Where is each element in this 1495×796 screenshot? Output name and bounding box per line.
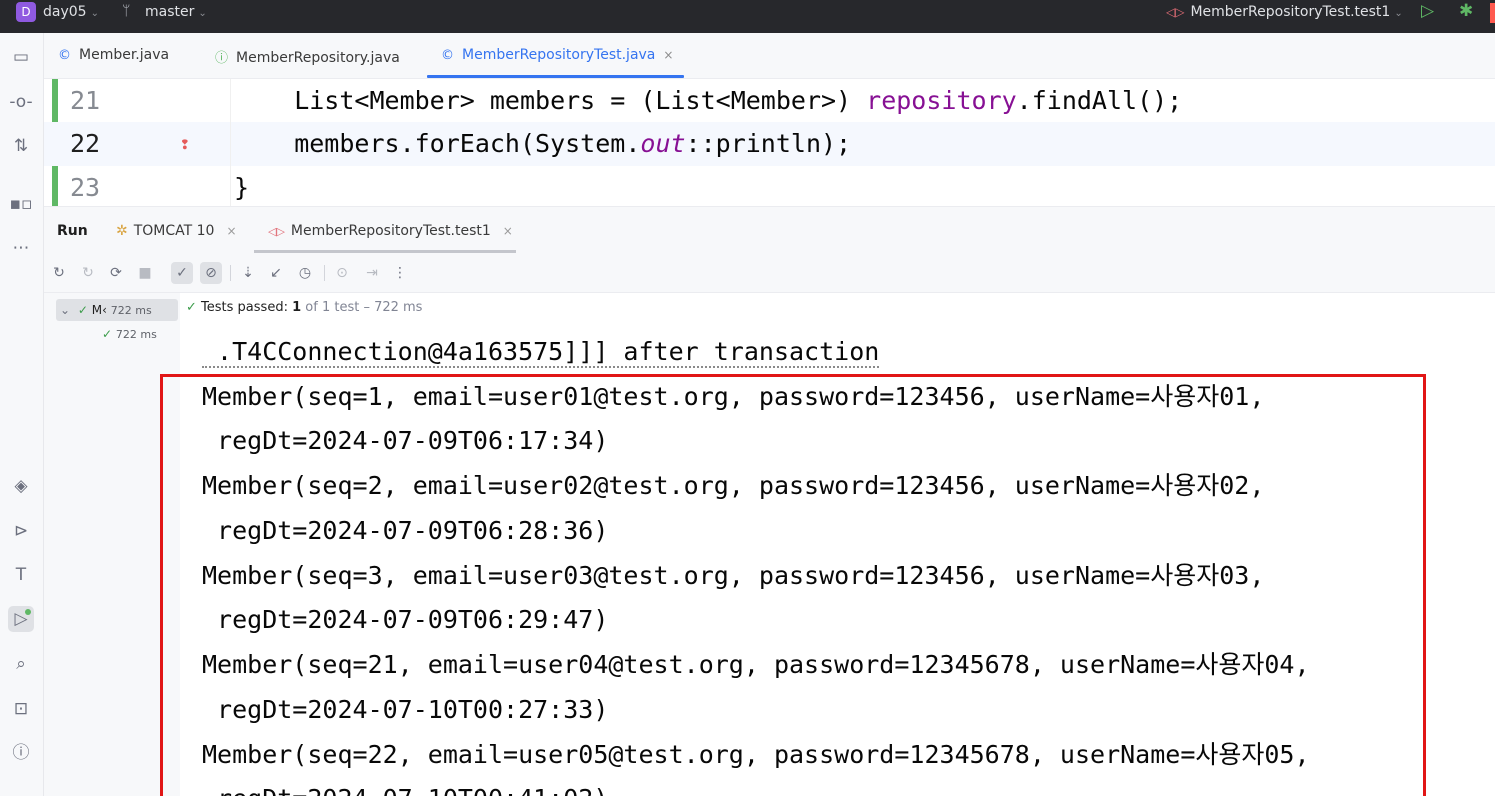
- tab-member-repository-java[interactable]: ⓘ MemberRepository.java: [215, 47, 400, 66]
- gutter-separator: [230, 79, 231, 206]
- branch-name: master: [145, 4, 195, 20]
- close-icon[interactable]: ×: [503, 224, 513, 238]
- tab-member-repository-test[interactable]: ◁▷ MemberRepositoryTest.test1 ×: [268, 223, 513, 239]
- terminal-icon[interactable]: ⊡: [8, 696, 34, 722]
- show-ignored-icon[interactable]: ⊘: [200, 262, 222, 284]
- title-bar: D day05 ⌄ ᛘ master ⌄ ◁▷ MemberRepositoryTes…: [0, 0, 1495, 33]
- test-class-icon: ©: [441, 48, 454, 63]
- toolbar-separator: [324, 265, 325, 281]
- pull-request-icon[interactable]: ⇅: [8, 133, 34, 159]
- code-editor[interactable]: 21 List<Member> members = (List<Member>)…: [44, 79, 1495, 206]
- status-passed-count: 1: [292, 300, 302, 315]
- class-icon: ©: [58, 48, 71, 63]
- status-suffix: of 1 test – 722 ms: [305, 300, 423, 315]
- test-run-icon: ◁▷: [268, 225, 285, 238]
- status-dot: [25, 609, 31, 615]
- test-duration: 722 ms: [110, 304, 152, 317]
- tomcat-icon: ✲: [116, 223, 128, 239]
- editor-tabs: © Member.java ⓘ MemberRepository.java © Mem…: [44, 33, 1495, 79]
- run-tool-icon[interactable]: ▷: [8, 606, 34, 632]
- stop-icon[interactable]: ■: [134, 262, 156, 284]
- close-icon[interactable]: ×: [663, 48, 673, 62]
- debug-icon[interactable]: ✱: [1459, 1, 1473, 21]
- project-badge[interactable]: D: [16, 2, 36, 22]
- build-icon[interactable]: T: [8, 562, 34, 588]
- status-prefix: Tests passed:: [201, 300, 288, 315]
- chevron-down-icon: ⌄: [90, 8, 99, 19]
- toggle-auto-test-icon[interactable]: ⟳: [105, 262, 127, 284]
- collapse-icon[interactable]: ↙: [265, 262, 287, 284]
- active-tab-indicator: [427, 75, 684, 78]
- search-icon[interactable]: ⌕: [8, 651, 34, 677]
- project-name: day05: [43, 4, 87, 20]
- structure-icon[interactable]: ▪▫: [8, 191, 34, 217]
- code-text: List<Member> members = (List<Member>) re…: [234, 86, 1183, 115]
- tab-label: MemberRepository.java: [236, 50, 400, 66]
- test-duration: 722 ms: [115, 328, 157, 341]
- commit-icon[interactable]: -o-: [8, 89, 34, 115]
- layers-icon[interactable]: ◈: [8, 473, 34, 499]
- console-output[interactable]: ✓ Tests passed: 1 of 1 test – 722 ms .T4…: [160, 293, 1495, 796]
- test-run-icon: ◁▷: [1166, 5, 1185, 19]
- passed-check-icon: ✓: [77, 303, 88, 317]
- tab-label: MemberRepositoryTest.test1: [290, 223, 491, 239]
- test-status: ✓ Tests passed: 1 of 1 test – 722 ms: [186, 300, 422, 315]
- rerun-failed-icon[interactable]: ↻: [77, 262, 99, 284]
- window-edge: [1490, 3, 1495, 23]
- tab-member-repository-test-java[interactable]: © MemberRepositoryTest.java ×: [441, 47, 673, 63]
- project-selector[interactable]: day05 ⌄: [43, 4, 99, 20]
- passed-check-icon: ✓: [102, 327, 113, 341]
- run-tabs: Run ✲ TOMCAT 10 × ◁▷ MemberRepositoryTest.t…: [44, 207, 1495, 253]
- screenshot-icon[interactable]: ⊙: [331, 262, 353, 284]
- tab-label: MemberRepositoryTest.java: [462, 47, 656, 63]
- more-vertical-icon[interactable]: ⋮: [389, 262, 411, 284]
- code-text: members.forEach(System.out::println);: [234, 129, 852, 158]
- run-toolbar: ↻ ↻ ⟳ ■ ✓ ⊘ ⇣ ↙ ◷ ⊙ ⇥ ⋮: [44, 253, 1495, 293]
- services-icon[interactable]: ⊳: [8, 518, 34, 544]
- run-icon[interactable]: ▷: [1421, 1, 1434, 21]
- console-line: .T4CConnection@4a163575]]] after transac…: [202, 337, 880, 368]
- warning-bulb-icon[interactable]: ❢: [180, 122, 190, 166]
- chevron-down-icon: ⌄: [1394, 8, 1403, 19]
- line-number: 22: [70, 129, 101, 158]
- test-tree-root[interactable]: ⌄ ✓ M‹ 722 ms: [56, 299, 178, 321]
- history-icon[interactable]: ◷: [294, 262, 316, 284]
- branch-selector[interactable]: master ⌄: [145, 4, 207, 20]
- run-configuration-name: MemberRepositoryTest.test1: [1190, 4, 1391, 20]
- tab-label: Member.java: [79, 47, 170, 63]
- tab-label: TOMCAT 10: [133, 223, 215, 239]
- branch-icon: ᛘ: [122, 3, 131, 19]
- code-text: }: [234, 173, 250, 202]
- test-name: M‹: [91, 303, 107, 317]
- line-number: 21: [70, 86, 101, 115]
- toolbar-separator: [230, 265, 231, 281]
- code-line[interactable]: 21 List<Member> members = (List<Member>)…: [44, 79, 1495, 123]
- passed-check-icon: ✓: [186, 300, 197, 315]
- chevron-down-icon: ⌄: [198, 8, 207, 19]
- interface-icon: ⓘ: [215, 51, 229, 66]
- sort-icon[interactable]: ⇣: [237, 262, 259, 284]
- run-tool-window: Run ✲ TOMCAT 10 × ◁▷ MemberRepositoryTest.t…: [44, 206, 1495, 796]
- run-panel-title: Run: [57, 223, 88, 239]
- code-line[interactable]: 23 }: [44, 166, 1495, 210]
- more-icon[interactable]: ⋯: [8, 235, 34, 261]
- folder-icon[interactable]: ▭: [8, 44, 34, 70]
- close-icon[interactable]: ×: [226, 224, 236, 238]
- code-line-current[interactable]: 22 ❢ members.forEach(System.out::println…: [44, 122, 1495, 166]
- tab-member-java[interactable]: © Member.java: [58, 47, 169, 63]
- tool-window-bar: ▭ -o- ⇅ ▪▫ ⋯ ◈ ⊳ T ▷ ⌕ ⊡ ⓘ: [0, 33, 44, 796]
- problems-icon[interactable]: ⓘ: [8, 740, 34, 766]
- line-number: 23: [70, 173, 101, 202]
- export-icon[interactable]: ⇥: [361, 262, 383, 284]
- expand-icon[interactable]: ⌄: [60, 303, 70, 317]
- show-passed-icon[interactable]: ✓: [171, 262, 193, 284]
- tab-tomcat[interactable]: ✲ TOMCAT 10 ×: [116, 223, 237, 239]
- test-tree-item[interactable]: ✓ 722 ms: [102, 323, 157, 345]
- run-configuration-selector[interactable]: ◁▷ MemberRepositoryTest.test1 ⌄: [1166, 4, 1403, 20]
- rerun-icon[interactable]: ↻: [48, 262, 70, 284]
- red-highlight-box: [160, 374, 1426, 796]
